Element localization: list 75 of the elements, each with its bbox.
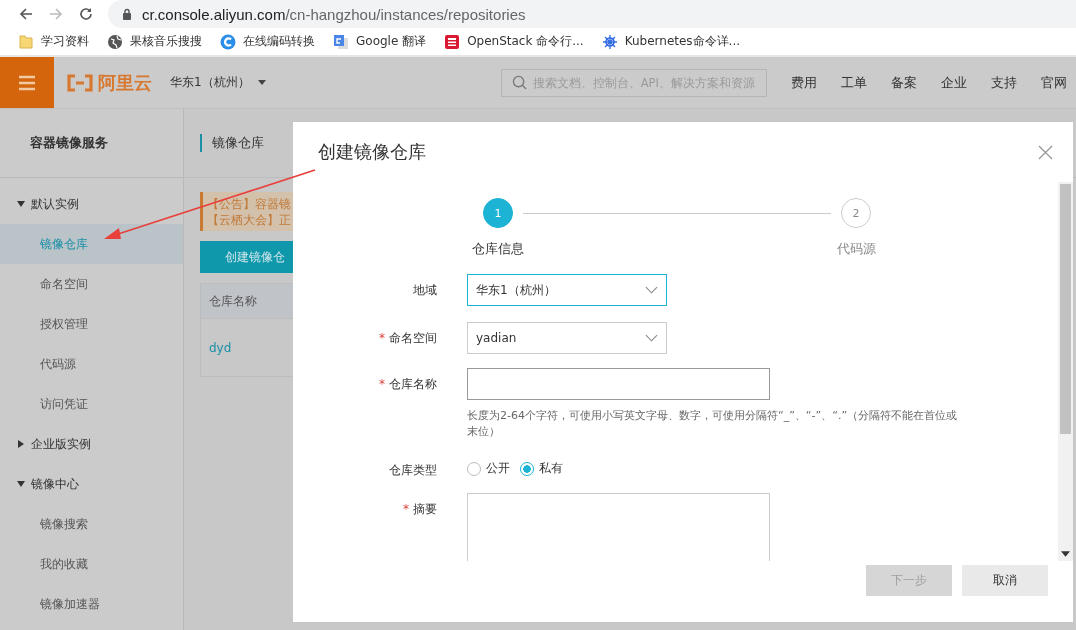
caret-icon [17,480,25,488]
openstack-icon [444,33,461,50]
globe-icon [107,33,123,50]
bookmark[interactable]: OpenStack 命令行... [444,33,584,50]
step-number: 1 [483,198,513,228]
helm-wheel-icon [601,33,618,50]
required-mark: * [403,502,409,516]
logo-text: 阿里云 [98,70,152,95]
sidebar-item[interactable]: 镜像加速器 [0,584,183,624]
translate-icon [333,33,349,50]
bookmark[interactable]: 果核音乐搜搜 [107,33,202,50]
group-label: 默认实例 [31,195,79,213]
nav-link[interactable]: 费用 [790,73,817,92]
forward-icon[interactable] [48,6,64,22]
field-label: 地域 [413,283,437,297]
close-icon[interactable] [1038,144,1053,160]
sidebar-item[interactable]: 访问凭证 [0,384,183,424]
nav-link[interactable]: 企业 [940,73,967,92]
radio-option[interactable]: 公开 [467,460,510,477]
address-bar[interactable]: cr.console.aliyun.com/cn-hangzhou/instances/repositories [108,0,1076,28]
reload-icon[interactable] [78,6,94,22]
search-icon [511,75,527,90]
group-label: 企业版实例 [31,435,91,453]
bookmark[interactable]: 学习资料 [18,33,89,50]
nav-link[interactable]: 备案 [890,73,917,92]
bookmark[interactable]: Kubernetes命令详... [601,33,741,50]
step-number: 2 [841,198,871,228]
nav-link[interactable]: 支持 [990,73,1017,92]
sidebar-item[interactable]: 代码源 [0,344,183,384]
required-mark: * [379,377,385,391]
menu-icon [18,74,36,91]
region-dropdown[interactable]: 华东1（杭州） [170,74,266,91]
required-mark: * [379,331,385,345]
sidebar-group[interactable]: 默认实例 [0,184,183,224]
page-title: 镜像仓库 [200,134,264,152]
caret-icon [17,440,25,448]
select-field[interactable]: 华东1（杭州） [467,274,667,306]
field-label: 命名空间 [389,331,437,345]
nav-link[interactable]: 工单 [840,73,867,92]
url-text: cr.console.aliyun.com/cn-hangzhou/instances/repositories [142,5,526,23]
field-label: 仓库名称 [389,377,437,391]
step-label: 仓库信息 [472,240,524,258]
field-label: 摘要 [413,502,437,516]
caret-icon [17,200,25,208]
chevron-down-icon [645,286,658,294]
group-label: 镜像中心 [31,475,79,493]
bookmark[interactable]: 在线编码转换 [220,33,315,50]
scrollbar[interactable] [1058,182,1073,561]
chevron-down-icon [645,334,658,342]
sidebar-group[interactable]: 镜像中心 [0,464,183,504]
nav-link[interactable]: 官网 [1040,73,1067,92]
sidebar-item[interactable]: 授权管理 [0,304,183,344]
back-icon[interactable] [18,6,34,22]
notice-text: 【云栖大会】正 [207,212,292,228]
scroll-down-icon[interactable] [1061,551,1070,557]
input-field[interactable] [467,368,770,400]
caret-icon [257,80,266,85]
sidebar-item[interactable]: 命名空间 [0,264,183,304]
dialog-title: 创建镜像仓库 [318,140,426,164]
radio-option[interactable]: 私有 [520,460,563,477]
step-label: 代码源 [836,240,876,258]
field-label: 仓库类型 [389,463,437,477]
dialog-button[interactable]: 取消 [962,565,1048,596]
sidebar-item[interactable]: 镜像搜索 [0,504,183,544]
help-text: 长度为2-64个字符，可使用小写英文字母、数字，可使用分隔符“_”、“-”、“.”（分隔符不能在首位或末位） [467,408,959,440]
sidebar-item[interactable]: 我的收藏 [0,544,183,584]
bracket-logo-icon [66,73,94,92]
bookmark[interactable]: Google 翻译 [333,33,427,50]
select-field[interactable]: yadian [467,322,667,354]
menu-button[interactable] [0,57,54,108]
c-logo-icon [220,33,236,50]
lock-icon [122,8,132,20]
sidebar-title: 容器镜像服务 [0,109,183,178]
folder-icon [18,33,34,50]
sidebar-group[interactable]: 企业版实例 [0,424,183,464]
